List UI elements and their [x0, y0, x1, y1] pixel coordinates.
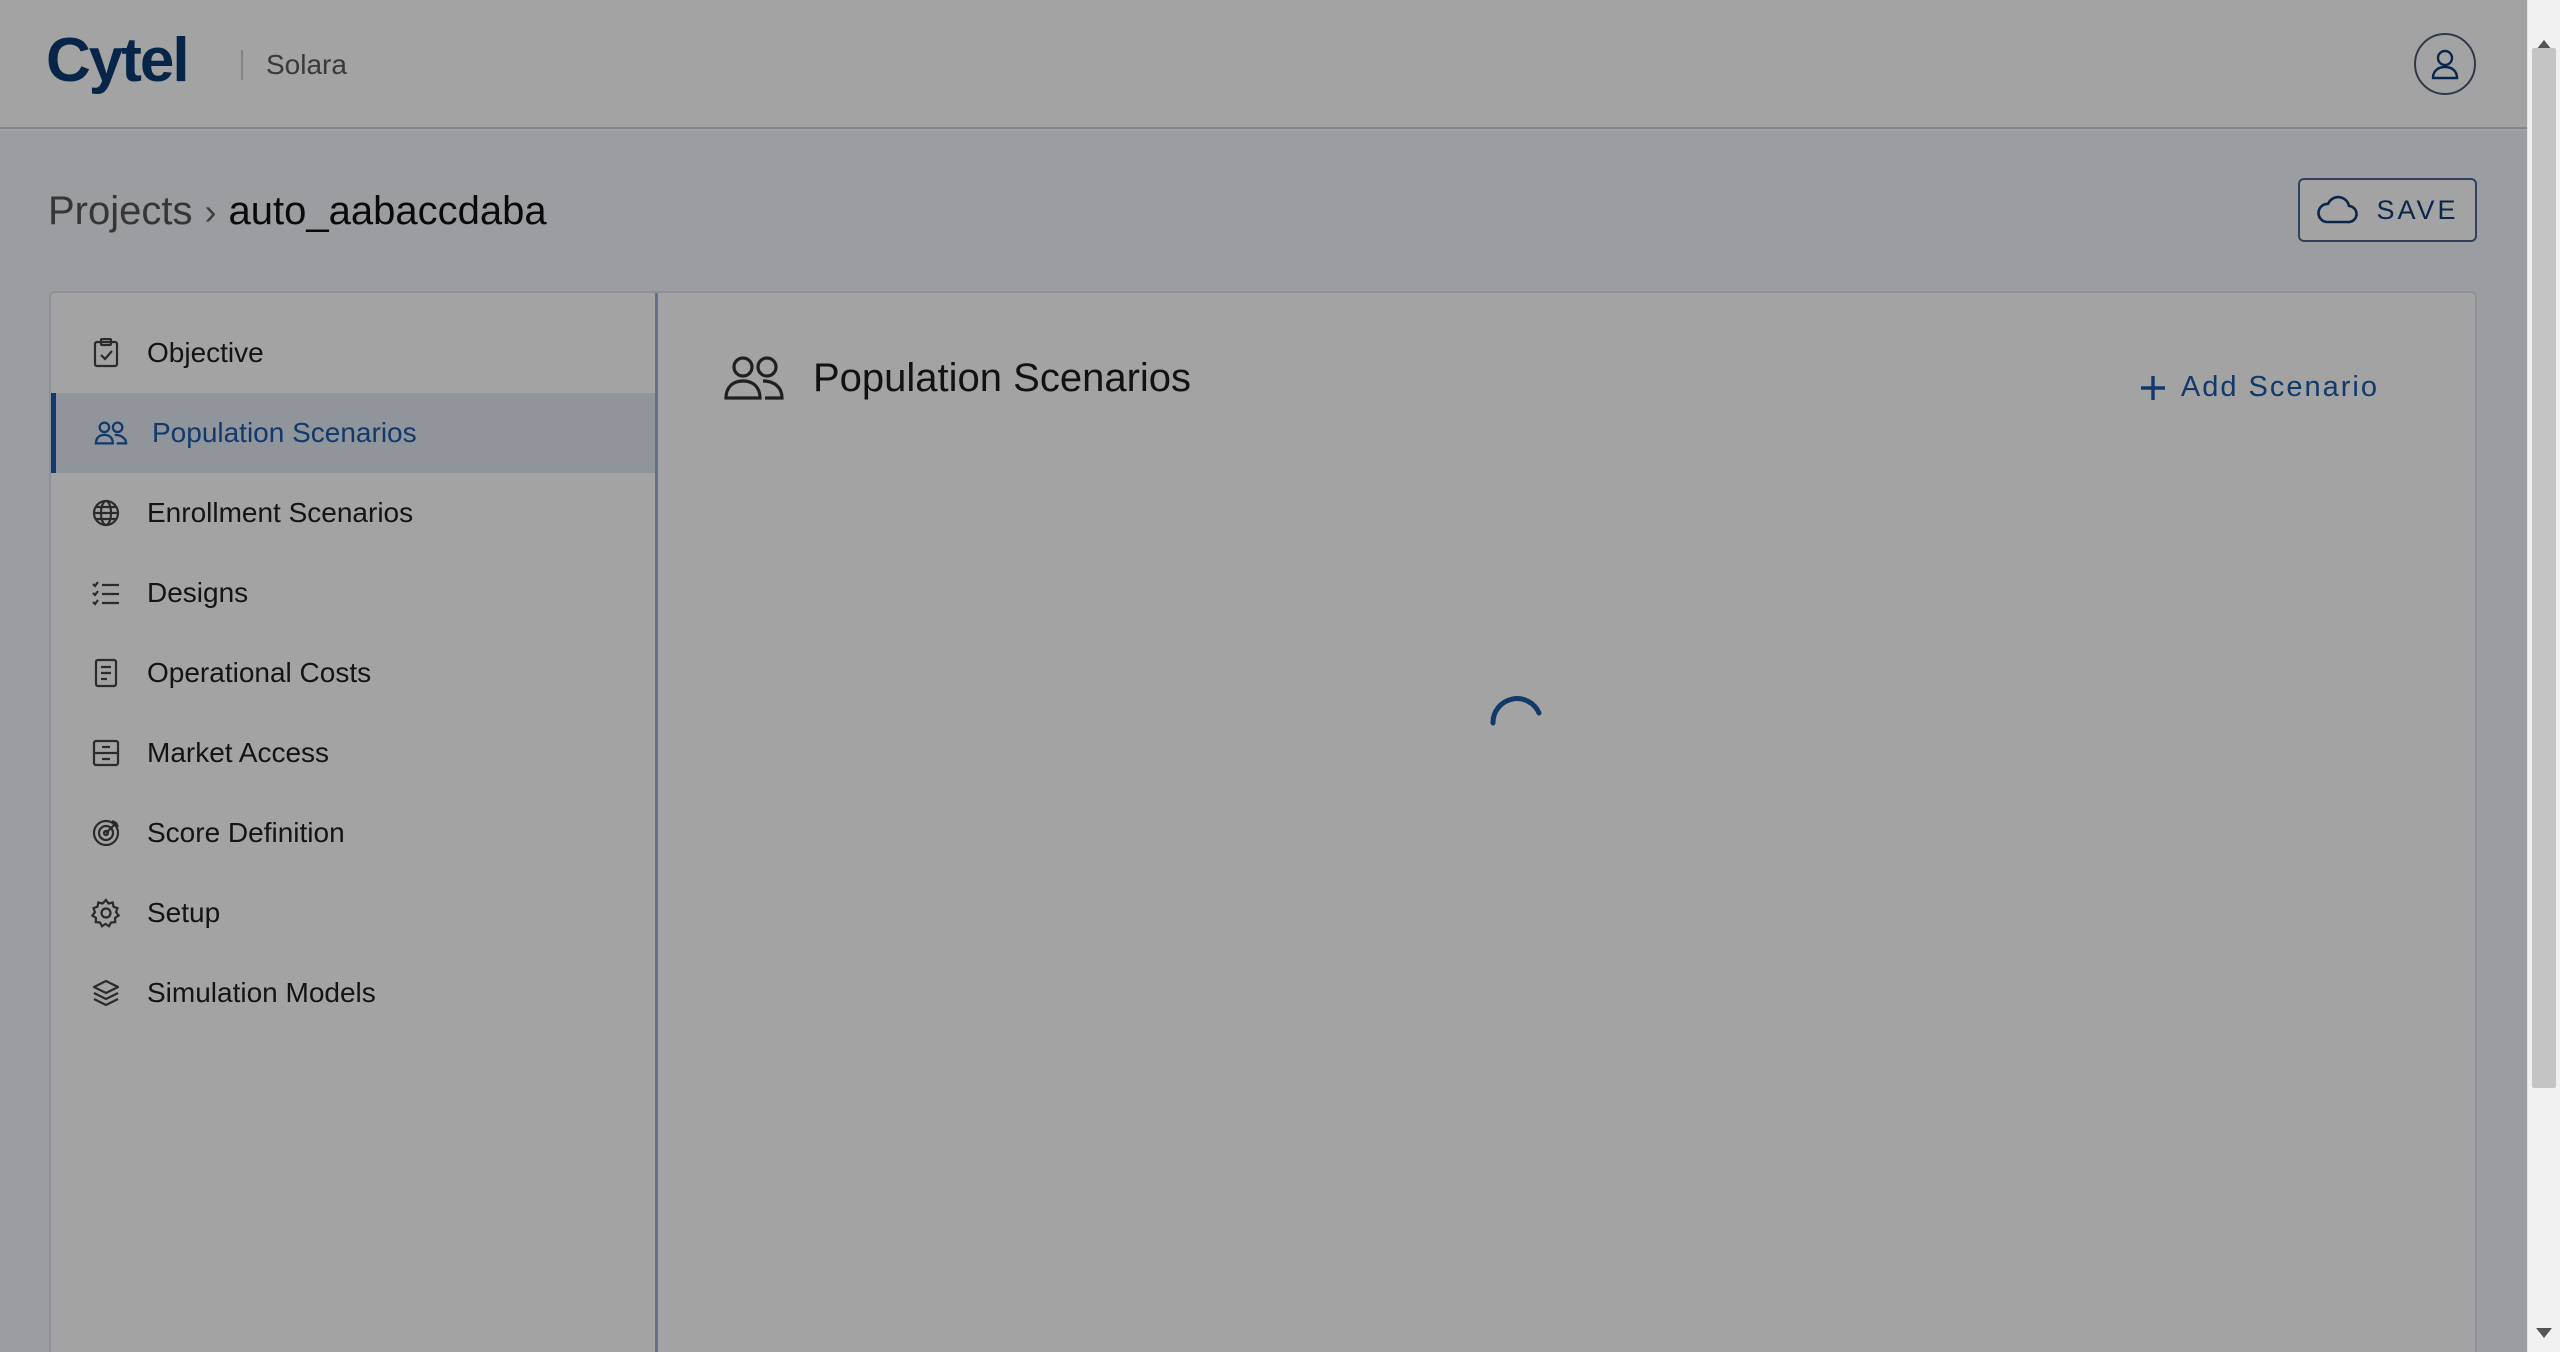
chevron-right-icon: › [204, 190, 217, 232]
save-button[interactable]: SAVE [2298, 178, 2477, 242]
sidebar-item-simulation-models[interactable]: Simulation Models [51, 953, 655, 1033]
sidebar-item-setup[interactable]: Setup [51, 873, 655, 953]
sidebar-item-label: Market Access [147, 737, 330, 768]
section-title: Population Scenarios [813, 355, 1192, 400]
breadcrumb-projects-link[interactable]: Projects [48, 189, 193, 234]
save-button-label: SAVE [2376, 194, 2459, 225]
target-icon [89, 816, 123, 850]
archive-icon [89, 736, 123, 770]
main-panel: Population Scenarios Add Scenario [661, 293, 2475, 1352]
receipt-icon [89, 656, 123, 690]
user-menu-button[interactable] [2414, 33, 2476, 95]
add-scenario-label: Add Scenario [2180, 371, 2379, 403]
globe-icon [89, 496, 123, 530]
project-card: Objective Population Scenarios Enrollmen… [49, 291, 2477, 1352]
sidebar-item-label: Population Scenarios [152, 417, 417, 448]
sidebar-item-population-scenarios[interactable]: Population Scenarios [51, 393, 655, 473]
cytel-logo[interactable]: Cytel [46, 30, 190, 92]
checklist-icon [89, 576, 123, 610]
breadcrumb: Projects › auto_aabaccdaba [48, 189, 547, 234]
loading-spinner [1490, 696, 1542, 726]
gear-icon [89, 896, 123, 930]
sidebar-item-label: Designs [147, 577, 249, 608]
scrollbar-thumb[interactable] [2532, 48, 2556, 1088]
page-content: Projects › auto_aabaccdaba SAVE Objectiv… [0, 131, 2527, 1352]
app-name: Solara [266, 49, 347, 80]
sidebar-item-score-definition[interactable]: Score Definition [51, 793, 655, 873]
layers-icon [89, 976, 123, 1010]
sidebar: Objective Population Scenarios Enrollmen… [51, 293, 658, 1352]
plus-icon [2140, 375, 2165, 400]
sidebar-item-objective[interactable]: Objective [51, 313, 655, 393]
sidebar-item-operational-costs[interactable]: Operational Costs [51, 633, 655, 713]
header-divider [241, 50, 243, 80]
add-scenario-button[interactable]: Add Scenario [2139, 371, 2379, 404]
users-icon [724, 356, 784, 400]
scroll-down-arrow-icon[interactable] [2536, 1328, 2552, 1338]
sidebar-item-label: Enrollment Scenarios [147, 497, 414, 528]
section-header: Population Scenarios [723, 355, 1191, 401]
sidebar-item-label: Simulation Models [147, 977, 376, 1008]
sidebar-item-enrollment-scenarios[interactable]: Enrollment Scenarios [51, 473, 655, 553]
cloud-icon [2317, 195, 2359, 224]
sidebar-item-label: Score Definition [147, 817, 345, 848]
sidebar-item-label: Objective [147, 337, 264, 368]
sidebar-item-label: Operational Costs [147, 657, 372, 688]
breadcrumb-current-project: auto_aabaccdaba [228, 189, 547, 233]
user-icon [2431, 49, 2459, 80]
app-header: Cytel Solara [0, 0, 2527, 129]
vertical-scrollbar[interactable] [2527, 0, 2560, 1352]
clipboard-check-icon [89, 336, 123, 370]
sidebar-item-label: Setup [147, 897, 221, 928]
sidebar-item-market-access[interactable]: Market Access [51, 713, 655, 793]
users-icon [94, 416, 128, 450]
sidebar-item-designs[interactable]: Designs [51, 553, 655, 633]
